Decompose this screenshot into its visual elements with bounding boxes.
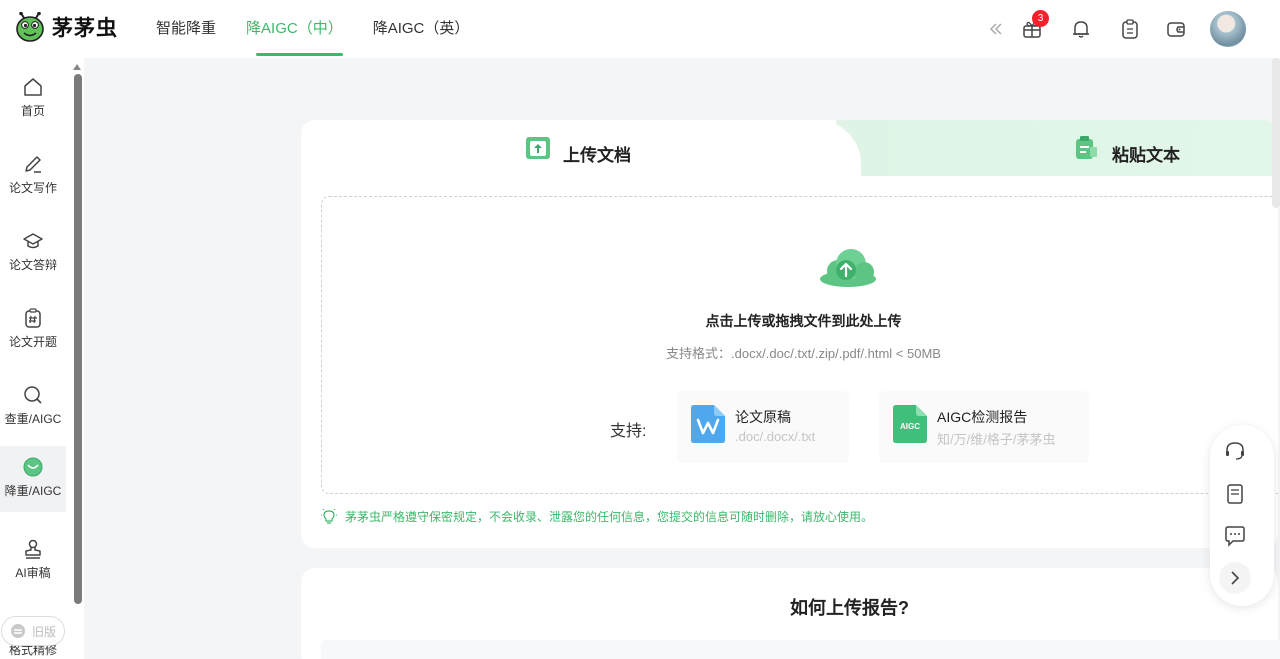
tab-upload-document[interactable]: 上传文档 (301, 120, 861, 180)
sidebar-item-label: 论文写作 (8, 181, 57, 195)
sidebar-item-paper-writing[interactable]: 论文写作 (0, 147, 66, 211)
sidebar-item-check-aigc[interactable]: 查重/AIGC (0, 378, 66, 442)
howto-title: 如何上传报告? (790, 598, 909, 618)
support-item-aigc-report: AIGC AIGC检测报告 知/万/维/格子/茅茅虫 (879, 391, 1089, 463)
logo-text: 茅茅虫 (52, 15, 118, 40)
sidebar-item-label: 首页 (20, 104, 45, 118)
chevron-right-icon (1231, 571, 1240, 585)
old-version-button[interactable]: 旧版 (1, 616, 65, 646)
collapse-chevrons-icon[interactable] (985, 18, 1007, 40)
chat-icon[interactable] (1223, 524, 1247, 548)
nav-reduce-aigc-cn[interactable]: 降AIGC（中） (246, 0, 343, 58)
old-version-label: 旧版 (31, 624, 56, 639)
sidebar-item-paper-defense[interactable]: 论文答辩 (0, 224, 66, 288)
sidebar-scrollbar-thumb[interactable] (74, 74, 82, 604)
paste-clipboard-icon (1076, 136, 1097, 159)
wallet-icon[interactable] (1165, 18, 1187, 40)
support-item-original-paper: 论文原稿 .doc/.docx/.txt (677, 391, 849, 463)
upload-card: 粘贴文本 上传文档 点击上传或拖拽文件到此处上传 支持格式：.docx/.doc… (301, 120, 1278, 548)
old-version-icon (10, 624, 25, 638)
howto-card: 如何上传报告? (301, 568, 1280, 659)
howto-content (321, 640, 1280, 659)
sidebar-item-label: AI审稿 (15, 566, 51, 580)
sidebar-item-home[interactable]: 首页 (0, 70, 66, 134)
lightbulb-icon (321, 508, 337, 524)
expand-panel-button[interactable] (1219, 562, 1251, 594)
sidebar-item-label: 查重/AIGC (4, 412, 62, 426)
sidebar: 首页 论文写作 论文答辩 论文开题 查重/AIGC 降重/AIGC AI审稿 格… (0, 58, 72, 659)
clipboard-list-icon[interactable] (1119, 18, 1141, 40)
bug-logo-icon (16, 12, 44, 42)
dropzone-title: 点击上传或拖拽文件到此处上传 (705, 313, 902, 329)
support-label: 支持: (610, 423, 647, 440)
upload-dropzone[interactable]: 点击上传或拖拽文件到此处上传 支持格式：.docx/.doc/.txt/.zip… (321, 196, 1278, 494)
graduation-cap-icon (23, 233, 43, 249)
support-item-title: 论文原稿 (735, 409, 791, 425)
sidebar-item-reduce-aigc[interactable]: 降重/AIGC (0, 446, 66, 512)
sidebar-item-label: 论文开题 (8, 335, 57, 349)
sidebar-item-ai-review[interactable]: AI审稿 (0, 532, 66, 596)
logo[interactable]: 茅茅虫 (16, 12, 118, 42)
privacy-notice: 茅茅虫严格遵守保密规定，不会收录、泄露您的任何信息，您提交的信息可随时删除，请放… (321, 508, 873, 525)
tab-paste-text[interactable]: 粘贴文本 (836, 120, 1278, 176)
stamp-icon (25, 539, 41, 559)
page-scrollbar[interactable] (1272, 58, 1280, 208)
support-item-subtitle: 知/万/维/格子/茅茅虫 (937, 432, 1056, 447)
reduce-aigc-icon (23, 457, 43, 477)
home-icon (24, 78, 42, 96)
document-icon[interactable] (1223, 482, 1247, 506)
support-item-title: AIGC检测报告 (937, 409, 1028, 425)
nav-reduce-aigc-en[interactable]: 降AIGC（英） (373, 0, 470, 58)
floating-tool-panel (1210, 425, 1274, 606)
tab-upload-document-label: 上传文档 (563, 146, 631, 165)
pen-icon (25, 156, 41, 173)
cloud-upload-icon (820, 249, 876, 287)
customer-service-icon[interactable] (1223, 439, 1247, 463)
support-item-subtitle: .doc/.docx/.txt (735, 429, 816, 444)
bell-icon[interactable] (1070, 18, 1092, 40)
dropzone-formats: 支持格式：.docx/.doc/.txt/.zip/.pdf/.html < 5… (666, 346, 941, 361)
sidebar-item-paper-proposal[interactable]: 论文开题 (0, 301, 66, 365)
aigc-icon: AIGC (893, 405, 927, 443)
user-avatar[interactable] (1210, 11, 1246, 47)
svg-text:AIGC: AIGC (900, 422, 920, 431)
nav-smart-reduce[interactable]: 智能降重 (156, 0, 216, 58)
hashtag-clipboard-icon (25, 308, 41, 328)
sidebar-item-label: 论文答辩 (8, 258, 57, 272)
search-icon (24, 386, 42, 404)
wps-icon (691, 405, 725, 443)
top-nav: 智能降重 降AIGC（中） 降AIGC（英） (156, 0, 499, 58)
privacy-notice-text: 茅茅虫严格遵守保密规定，不会收录、泄露您的任何信息，您提交的信息可随时删除，请放… (345, 510, 874, 524)
top-header: 茅茅虫 智能降重 降AIGC（中） 降AIGC（英） 3 (0, 0, 1280, 58)
gift-badge: 3 (1032, 10, 1049, 27)
tab-paste-text-label: 粘贴文本 (1112, 146, 1180, 165)
upload-document-icon (526, 137, 550, 159)
sidebar-item-label: 降重/AIGC (4, 484, 62, 498)
scroll-up-arrow-icon[interactable] (73, 64, 81, 70)
gift-button[interactable]: 3 (1021, 10, 1049, 40)
